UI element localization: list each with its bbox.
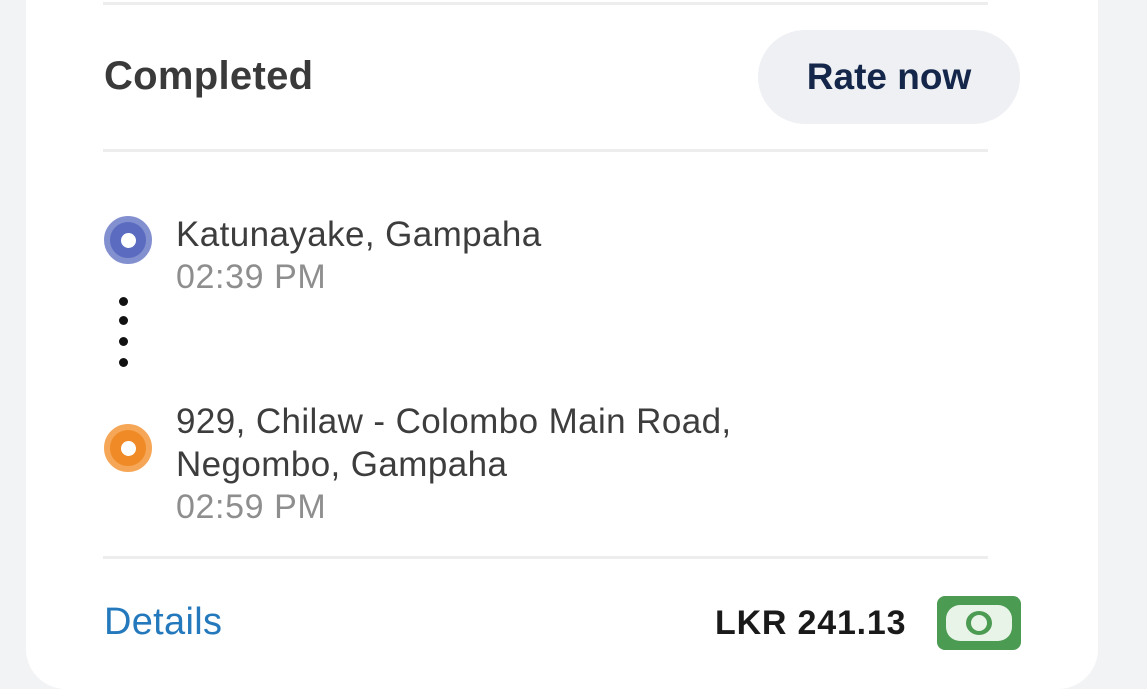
footer-divider [103,556,988,559]
pickup-time: 02:39 PM [176,258,327,296]
fare-amount: LKR 241.13 [715,604,907,642]
pickup-location-icon [104,216,152,264]
trip-status: Completed [104,54,314,98]
cash-icon [937,596,1021,650]
rate-now-button[interactable]: Rate now [758,30,1020,124]
top-divider [103,2,988,5]
dropoff-time: 02:59 PM [176,488,327,526]
route-connector-icon [118,295,130,371]
pickup-address: Katunayake, Gampaha [176,215,542,254]
header-divider [103,149,988,152]
dropoff-location-icon [104,424,152,472]
dropoff-address-line2: Negombo, Gampaha [176,445,508,484]
details-link[interactable]: Details [104,601,222,644]
dropoff-address-line1: 929, Chilaw - Colombo Main Road, [176,402,732,441]
